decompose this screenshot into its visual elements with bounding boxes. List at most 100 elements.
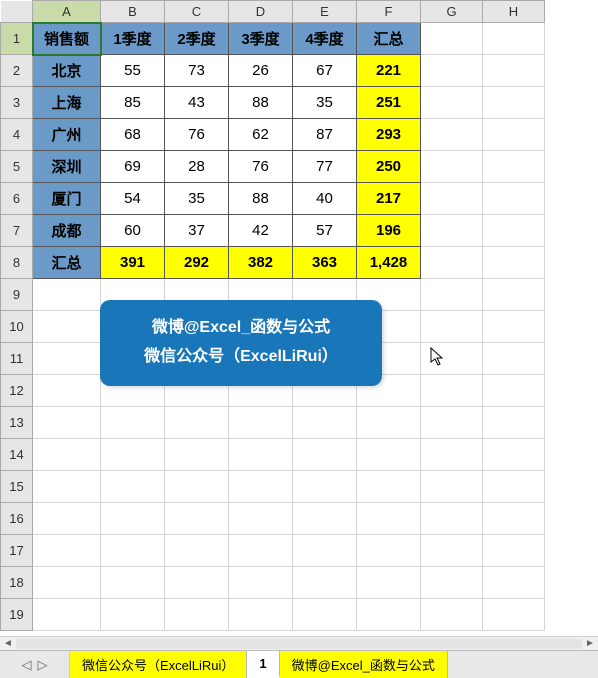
cell-F3[interactable]: 251	[357, 87, 421, 119]
col-header-G[interactable]: G	[421, 1, 483, 23]
cell-B5[interactable]: 69	[101, 151, 165, 183]
cell-C6[interactable]: 35	[165, 183, 229, 215]
cell-H6[interactable]	[483, 183, 545, 215]
cell-B4[interactable]: 68	[101, 119, 165, 151]
cell-D7[interactable]: 42	[229, 215, 293, 247]
cell-A8[interactable]: 汇总	[33, 247, 101, 279]
cell-D5[interactable]: 76	[229, 151, 293, 183]
cell-B7[interactable]: 60	[101, 215, 165, 247]
cell-D6[interactable]: 88	[229, 183, 293, 215]
col-header-C[interactable]: C	[165, 1, 229, 23]
cell-C2[interactable]: 73	[165, 55, 229, 87]
cell-G6[interactable]	[421, 183, 483, 215]
cell-A7[interactable]: 成都	[33, 215, 101, 247]
cell-B2[interactable]: 55	[101, 55, 165, 87]
col-header-A[interactable]: A	[33, 1, 101, 23]
cell-E4[interactable]: 87	[293, 119, 357, 151]
cell-A6[interactable]: 厦门	[33, 183, 101, 215]
cell-C3[interactable]: 43	[165, 87, 229, 119]
cell-G1[interactable]	[421, 23, 483, 55]
cell-G2[interactable]	[421, 55, 483, 87]
col-header-F[interactable]: F	[357, 1, 421, 23]
cell-B1[interactable]: 1季度	[101, 23, 165, 55]
cell-A1[interactable]: 销售额	[33, 23, 101, 55]
row-header-7[interactable]: 7	[1, 215, 33, 247]
cell-H8[interactable]	[483, 247, 545, 279]
cell-E6[interactable]: 40	[293, 183, 357, 215]
cell-A4[interactable]: 广州	[33, 119, 101, 151]
row-header-17[interactable]: 17	[1, 535, 33, 567]
cell-G8[interactable]	[421, 247, 483, 279]
cell-B3[interactable]: 85	[101, 87, 165, 119]
cell-F1[interactable]: 汇总	[357, 23, 421, 55]
row-header-15[interactable]: 15	[1, 471, 33, 503]
cell-D1[interactable]: 3季度	[229, 23, 293, 55]
row-header-10[interactable]: 10	[1, 311, 33, 343]
cell-D8[interactable]: 382	[229, 247, 293, 279]
row-header-2[interactable]: 2	[1, 55, 33, 87]
cell-D4[interactable]: 62	[229, 119, 293, 151]
spreadsheet-grid[interactable]: A B C D E F G H 1 销售额 1季度 2季度 3季度 4季度 汇总…	[0, 0, 598, 650]
tab-prev-icon[interactable]: ◁	[22, 657, 32, 673]
cell-F7[interactable]: 196	[357, 215, 421, 247]
cell-E2[interactable]: 67	[293, 55, 357, 87]
row-header-13[interactable]: 13	[1, 407, 33, 439]
cell-F8[interactable]: 1,428	[357, 247, 421, 279]
cell-H3[interactable]	[483, 87, 545, 119]
cell-E3[interactable]: 35	[293, 87, 357, 119]
cell-G5[interactable]	[421, 151, 483, 183]
row-header-3[interactable]: 3	[1, 87, 33, 119]
cell-C1[interactable]: 2季度	[165, 23, 229, 55]
row-header-4[interactable]: 4	[1, 119, 33, 151]
select-all-corner[interactable]	[1, 1, 33, 23]
cell-E1[interactable]: 4季度	[293, 23, 357, 55]
cell-D3[interactable]: 88	[229, 87, 293, 119]
row-header-12[interactable]: 12	[1, 375, 33, 407]
row-header-1[interactable]: 1	[1, 23, 33, 55]
cell-B8[interactable]: 391	[101, 247, 165, 279]
row-header-14[interactable]: 14	[1, 439, 33, 471]
col-header-B[interactable]: B	[101, 1, 165, 23]
cell-H4[interactable]	[483, 119, 545, 151]
scroll-track[interactable]	[16, 639, 582, 649]
cell-A5[interactable]: 深圳	[33, 151, 101, 183]
sheet-tab-wechat[interactable]: 微信公众号（ExcelLiRui）	[70, 651, 247, 678]
cell-E5[interactable]: 77	[293, 151, 357, 183]
scroll-right-icon[interactable]: ►	[582, 638, 598, 649]
col-header-D[interactable]: D	[229, 1, 293, 23]
row-header-16[interactable]: 16	[1, 503, 33, 535]
cell-F5[interactable]: 250	[357, 151, 421, 183]
cell-H1[interactable]	[483, 23, 545, 55]
row-header-8[interactable]: 8	[1, 247, 33, 279]
row-header-19[interactable]: 19	[1, 599, 33, 631]
cell-F6[interactable]: 217	[357, 183, 421, 215]
cell-H7[interactable]	[483, 215, 545, 247]
cell-H5[interactable]	[483, 151, 545, 183]
cell-B6[interactable]: 54	[101, 183, 165, 215]
row-header-5[interactable]: 5	[1, 151, 33, 183]
tab-next-icon[interactable]: ▷	[38, 657, 48, 673]
cell-G4[interactable]	[421, 119, 483, 151]
cell-H2[interactable]	[483, 55, 545, 87]
row-header-11[interactable]: 11	[1, 343, 33, 375]
cell-G3[interactable]	[421, 87, 483, 119]
cell-C5[interactable]: 28	[165, 151, 229, 183]
cell-E8[interactable]: 363	[293, 247, 357, 279]
cell-E7[interactable]: 57	[293, 215, 357, 247]
col-header-E[interactable]: E	[293, 1, 357, 23]
cell-F4[interactable]: 293	[357, 119, 421, 151]
scroll-left-icon[interactable]: ◄	[0, 638, 16, 649]
cell-A2[interactable]: 北京	[33, 55, 101, 87]
cell-C8[interactable]: 292	[165, 247, 229, 279]
row-header-9[interactable]: 9	[1, 279, 33, 311]
row-header-6[interactable]: 6	[1, 183, 33, 215]
sheet-tab-1[interactable]: 1	[247, 651, 279, 678]
horizontal-scrollbar[interactable]: ◄ ►	[0, 636, 598, 650]
cell-A3[interactable]: 上海	[33, 87, 101, 119]
cell-C4[interactable]: 76	[165, 119, 229, 151]
row-header-18[interactable]: 18	[1, 567, 33, 599]
cell-G7[interactable]	[421, 215, 483, 247]
cell-D2[interactable]: 26	[229, 55, 293, 87]
tab-nav-controls[interactable]: ◁ ▷	[0, 651, 70, 678]
col-header-H[interactable]: H	[483, 1, 545, 23]
